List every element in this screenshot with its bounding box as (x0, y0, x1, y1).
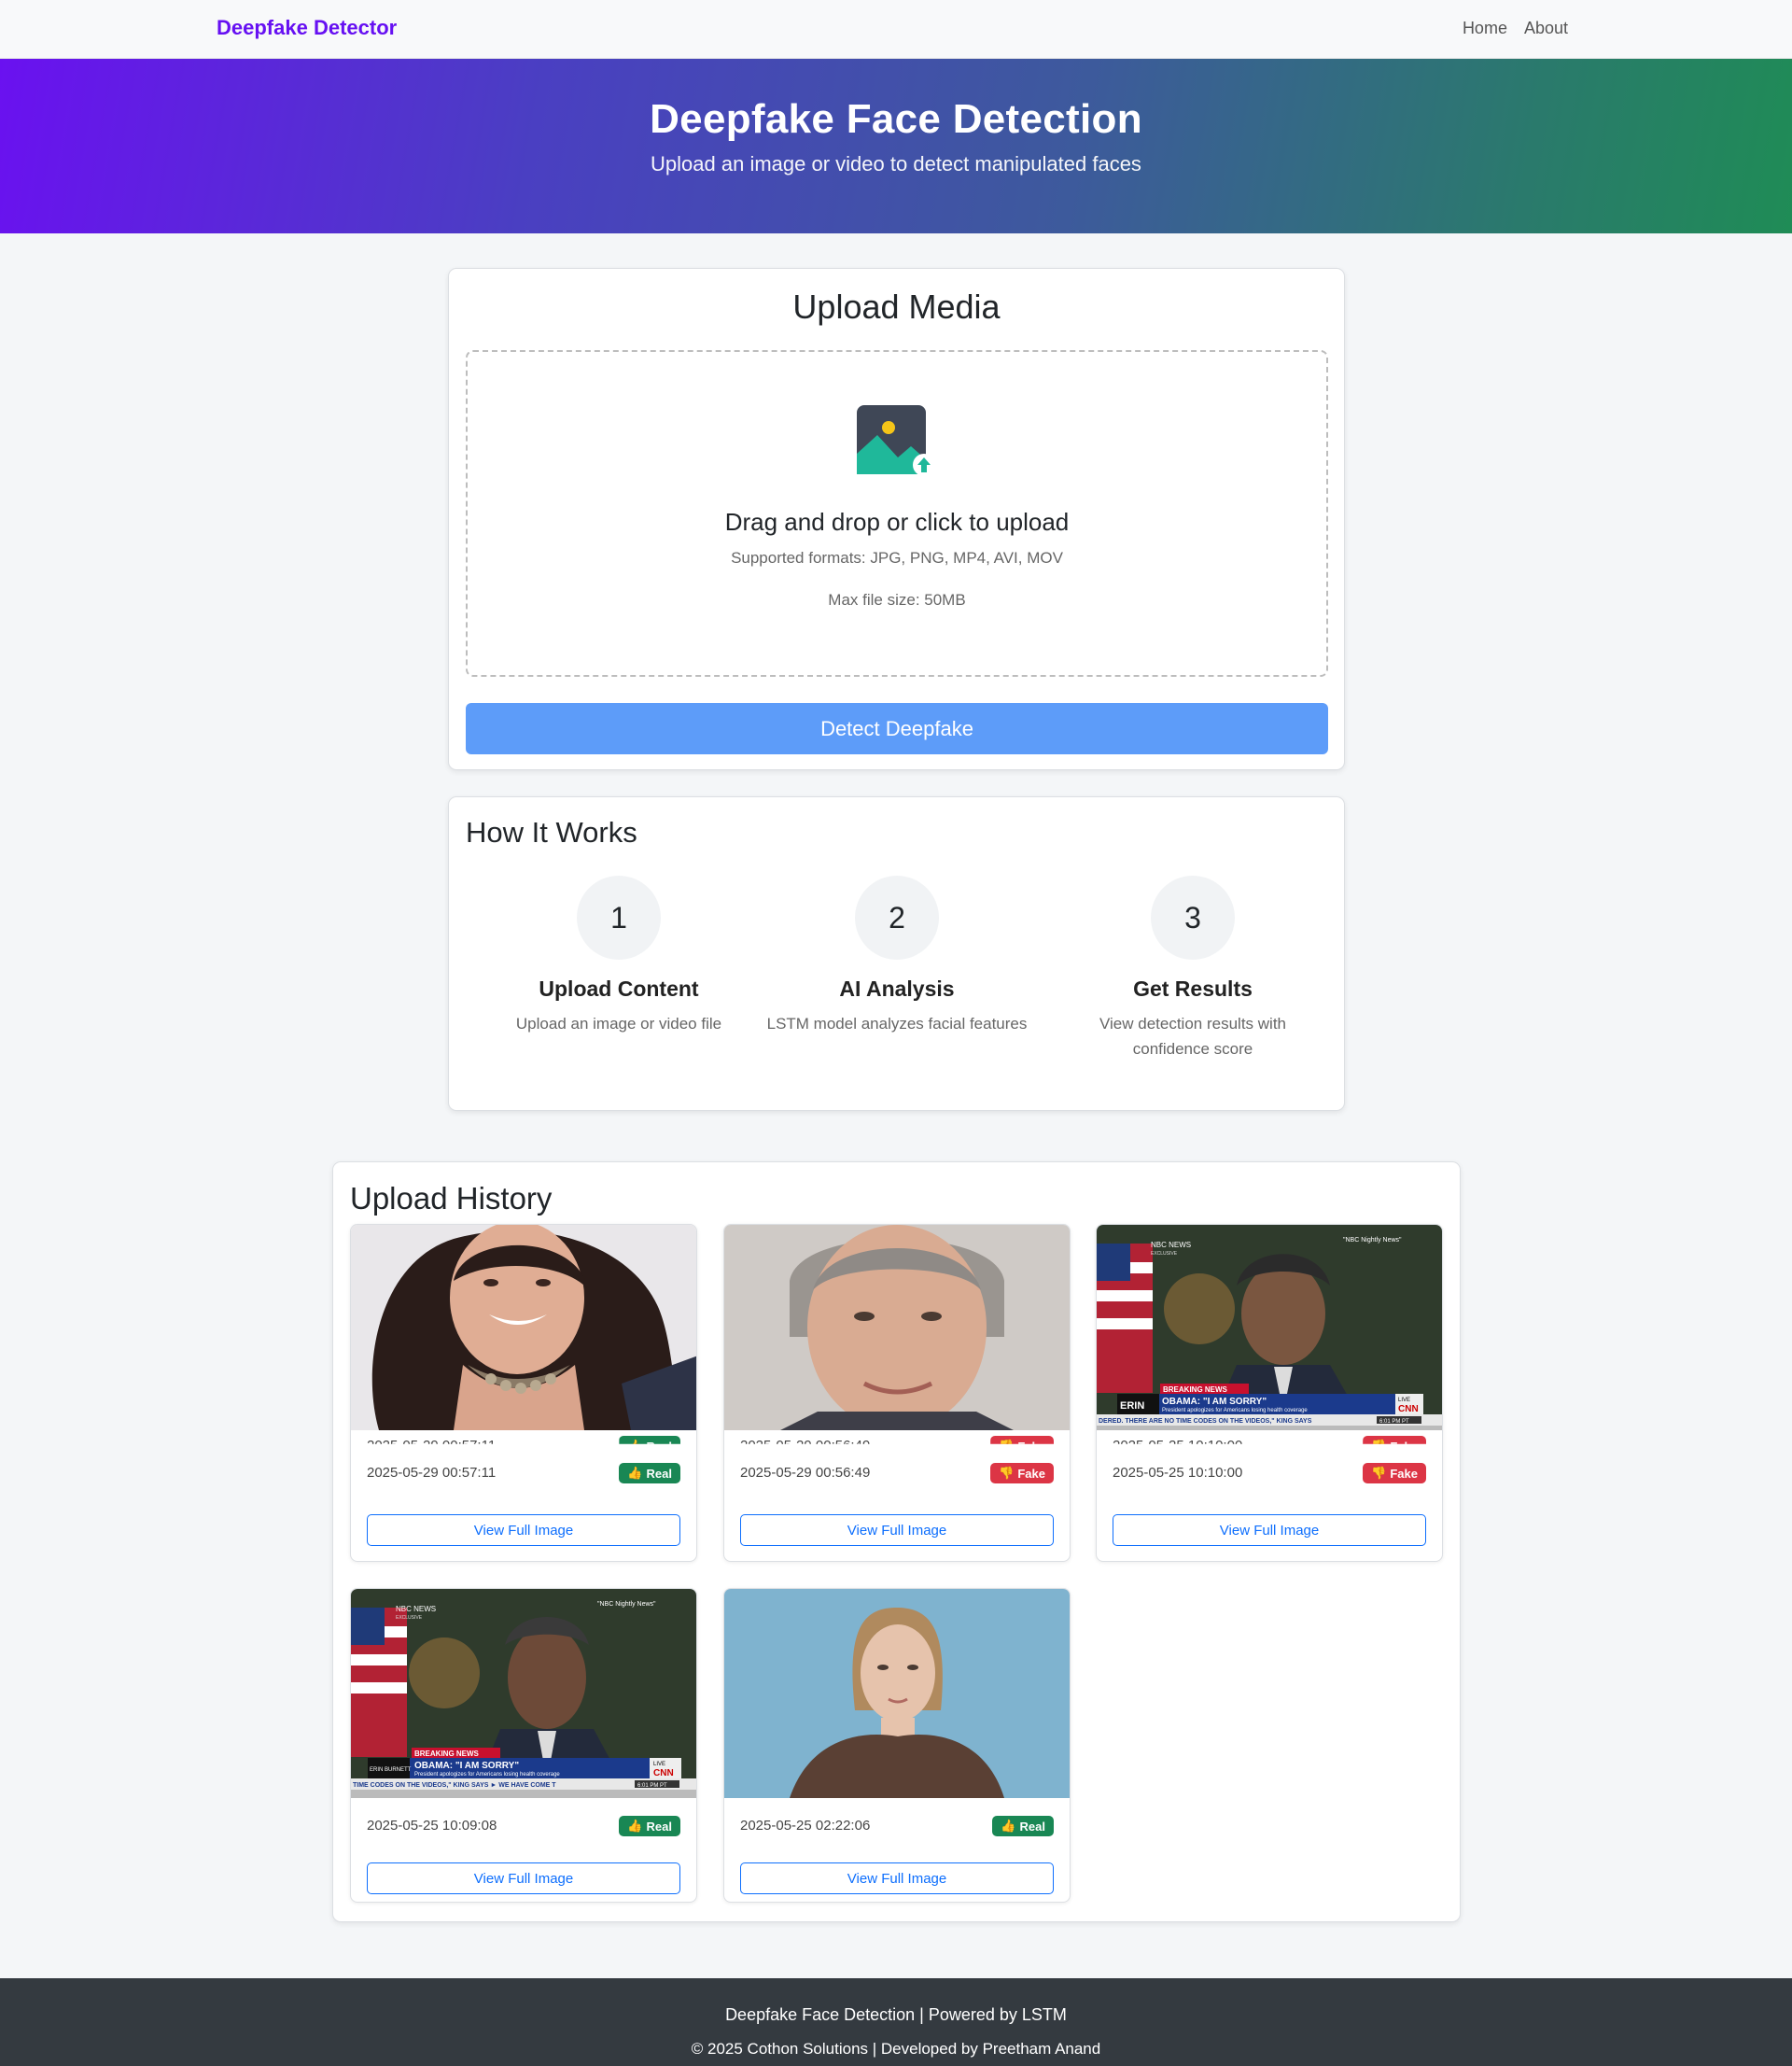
breaking-news-label: BREAKING NEWS (414, 1750, 480, 1758)
anchor-name-label: ERIN (1120, 1400, 1144, 1412)
step-analysis: 2 AI Analysis LSTM model analyzes facial… (757, 876, 1037, 1036)
step-upload: 1 Upload Content Upload an image or vide… (479, 876, 759, 1036)
dropzone-title: Drag and drop or click to upload (724, 508, 1070, 536)
upload-title: Upload Media (792, 288, 1001, 326)
step-results: 3 Get Results View detection results wit… (1053, 876, 1333, 1061)
thumbnail-news-broadcast[interactable]: NBC NEWS EXCLUSIVE "NBC Nightly News" BR… (1097, 1225, 1443, 1430)
history-item: 2025-05-25 02:22:06 👍 Real View Full Imag… (723, 1588, 1071, 1903)
view-full-image-button[interactable]: View Full Image (740, 1514, 1054, 1546)
step-title: AI Analysis (839, 977, 955, 1001)
news-subhead: President apologizes for Americans losin… (1162, 1408, 1308, 1413)
nav-about-link[interactable]: About (1524, 19, 1568, 38)
step-title: Upload Content (539, 977, 699, 1001)
history-timestamp: 2025-05-29 00:56:49 (740, 1465, 871, 1481)
thumbs-down-icon: 👎 (1371, 1466, 1387, 1480)
upload-dropzone[interactable]: Drag and drop or click to upload Support… (466, 350, 1328, 677)
news-network-label: NBC NEWS (1151, 1241, 1191, 1249)
hero-subtitle: Upload an image or video to detect manip… (651, 152, 1141, 176)
history-timestamp: 2025-05-25 02:22:06 (740, 1818, 871, 1834)
news-network-label: NBC NEWS (396, 1605, 436, 1613)
footer-copyright: © 2025 Cothon Solutions | Developed by P… (691, 2040, 1101, 2058)
navbar: Deepfake Detector Home About (0, 0, 1792, 59)
step-description: Upload an image or video file (515, 1015, 722, 1033)
step-number: 3 (1151, 876, 1235, 960)
how-it-works-title: How It Works (466, 816, 637, 849)
step-number: 2 (855, 876, 939, 960)
how-it-works-card: How It Works 1 Upload Content Upload an … (448, 796, 1345, 1111)
hero-banner: Deepfake Face Detection Upload an image … (0, 59, 1792, 233)
nav-links: Home About (1463, 19, 1568, 38)
result-badge-ghost: 👎 Fake (990, 1436, 1054, 1453)
history-item: NBC NEWS EXCLUSIVE "NBC Nightly News" BR… (350, 1588, 697, 1903)
channel-logo: CNN (653, 1768, 674, 1778)
live-label: LIVE (1398, 1398, 1410, 1403)
thumbs-up-icon: 👍 (627, 1819, 643, 1833)
history-item: NBC NEWS EXCLUSIVE "NBC Nightly News" BR… (1096, 1224, 1443, 1562)
thumbs-up-icon: 👍 (627, 1466, 643, 1480)
footer-tagline: Deepfake Face Detection | Powered by LST… (725, 2005, 1067, 2024)
view-full-image-button[interactable]: View Full Image (367, 1514, 680, 1546)
news-exclusive-label: EXCLUSIVE (396, 1615, 423, 1621)
nav-home-link[interactable]: Home (1463, 19, 1507, 38)
news-headline: OBAMA: "I AM SORRY" (414, 1761, 519, 1771)
history-timestamp-ghost: 2025-05-25 10:10:00 (1113, 1438, 1243, 1454)
footer: Deepfake Face Detection | Powered by LST… (0, 1978, 1792, 2066)
news-ticker: TIME CODES ON THE VIDEOS," KING SAYS ► W… (353, 1782, 556, 1789)
upload-history-title: Upload History (350, 1181, 553, 1216)
news-time: 6:01 PM PT (637, 1783, 667, 1789)
result-badge-ghost: 👎 Fake (1363, 1436, 1426, 1453)
view-full-image-button[interactable]: View Full Image (740, 1862, 1054, 1894)
thumbs-down-icon: 👎 (1371, 1439, 1387, 1453)
step-description: LSTM model analyzes facial features (766, 1015, 1028, 1033)
step-number: 1 (577, 876, 661, 960)
history-timestamp: 2025-05-25 10:09:08 (367, 1818, 497, 1834)
thumbs-down-icon: 👎 (999, 1439, 1015, 1453)
supported-formats: Supported formats: JPG, PNG, MP4, AVI, M… (731, 549, 1063, 567)
max-file-size: Max file size: 50MB (828, 591, 966, 609)
news-show-label: "NBC Nightly News" (1343, 1237, 1402, 1244)
upload-history-card: Upload History 2025-05-29 00:57:11 👍 Real… (332, 1161, 1461, 1922)
news-show-label: "NBC Nightly News" (597, 1601, 656, 1608)
news-time: 6:01 PM PT (1379, 1419, 1409, 1425)
thumbnail-woman-smiling[interactable] (351, 1225, 697, 1430)
news-exclusive-label: EXCLUSIVE (1151, 1251, 1178, 1257)
result-badge-real: 👍 Real (619, 1816, 680, 1836)
image-upload-icon (857, 405, 935, 476)
thumbs-up-icon: 👍 (627, 1439, 643, 1453)
result-badge-fake: 👎 Fake (1363, 1463, 1426, 1483)
channel-logo: CNN (1398, 1404, 1419, 1414)
result-badge-ghost: 👍 Real (619, 1436, 680, 1453)
thumbnail-news-broadcast[interactable]: NBC NEWS EXCLUSIVE "NBC Nightly News" BR… (351, 1589, 697, 1798)
detect-deepfake-button[interactable]: Detect Deepfake (466, 703, 1328, 754)
thumbnail-woman-blue-background[interactable] (724, 1589, 1071, 1798)
live-label: LIVE (653, 1762, 665, 1767)
news-ticker: DERED. THERE ARE NO TIME CODES ON THE VI… (1099, 1418, 1312, 1425)
result-badge-fake: 👎 Fake (990, 1463, 1054, 1483)
step-description: View detection results with confidence s… (1099, 1015, 1286, 1058)
upload-card: Upload Media Drag and drop or click to u… (448, 268, 1345, 770)
breaking-news-label: BREAKING NEWS (1163, 1385, 1228, 1394)
step-title: Get Results (1133, 977, 1253, 1001)
view-full-image-button[interactable]: View Full Image (367, 1862, 680, 1894)
hero-title: Deepfake Face Detection (650, 96, 1142, 142)
history-timestamp: 2025-05-29 00:57:11 (367, 1465, 497, 1481)
history-item: 2025-05-29 00:56:49 👎 Fake 2025-05-29 00:… (723, 1224, 1071, 1562)
result-badge-real: 👍 Real (992, 1816, 1054, 1836)
result-badge-real: 👍 Real (619, 1463, 680, 1483)
history-timestamp-ghost: 2025-05-29 00:57:11 (367, 1438, 497, 1454)
history-timestamp: 2025-05-25 10:10:00 (1113, 1465, 1243, 1481)
thumbs-up-icon: 👍 (1001, 1819, 1016, 1833)
anchor-name-label: ERIN BURNETT (370, 1767, 412, 1773)
view-full-image-button[interactable]: View Full Image (1113, 1514, 1426, 1546)
news-subhead: President apologizes for Americans losin… (414, 1772, 560, 1778)
brand-logo[interactable]: Deepfake Detector (217, 16, 397, 40)
news-headline: OBAMA: "I AM SORRY" (1162, 1397, 1267, 1407)
thumbnail-older-man[interactable] (724, 1225, 1071, 1430)
history-timestamp-ghost: 2025-05-29 00:56:49 (740, 1438, 871, 1454)
thumbs-down-icon: 👎 (999, 1466, 1015, 1480)
history-item: 2025-05-29 00:57:11 👍 Real 2025-05-29 00:… (350, 1224, 697, 1562)
